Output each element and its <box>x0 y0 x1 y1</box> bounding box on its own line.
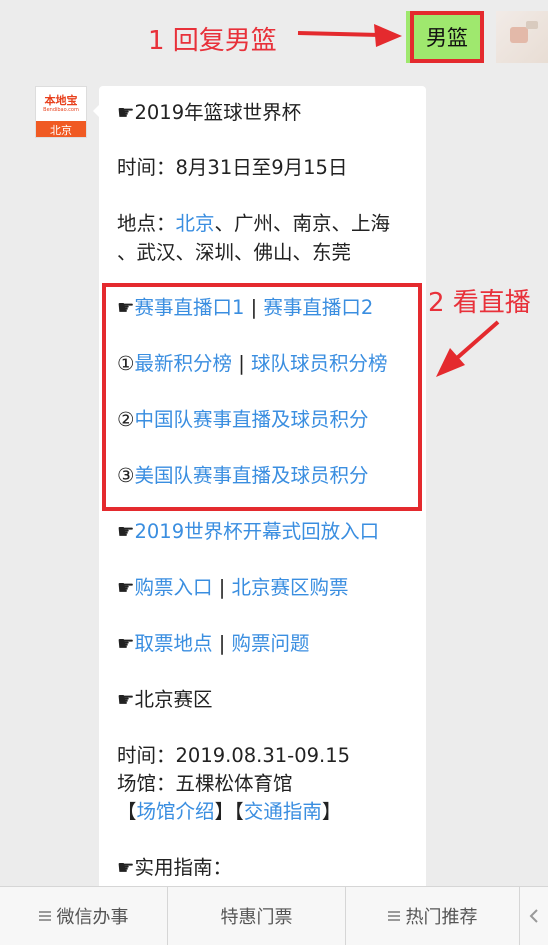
pickup-row: ☛取票地点 | 购票问题 <box>117 632 310 655</box>
bendibao-logo: 本地宝 Bendibao.com <box>43 93 79 113</box>
hand-pointer-icon: ☛ <box>117 101 135 124</box>
venue: 场馆：五棵松体育馆 <box>117 772 293 795</box>
account-avatar[interactable]: 本地宝 Bendibao.com 北京 <box>35 86 87 138</box>
venue-intro-link[interactable]: 场馆介绍 <box>137 800 215 823</box>
chevron-left-icon[interactable] <box>520 887 548 945</box>
sent-message-text: 男篮 <box>426 26 468 50</box>
latest-rank-link[interactable]: 最新积分榜 <box>134 352 232 375</box>
ticket-row: ☛购票入口 | 北京赛区购票 <box>117 576 349 599</box>
rank-links-row: ①最新积分榜 | 球队球员积分榜 <box>117 352 388 375</box>
event-time: 时间：8月31日至9月15日 <box>117 156 348 179</box>
annotation-step-1: 1 回复男篮 <box>148 26 277 56</box>
beijing-time: 时间：2019.08.31-09.15 <box>117 744 351 767</box>
live-links-row: ☛赛事直播口1 | 赛事直播口2 <box>117 296 374 319</box>
china-team-link[interactable]: 中国队赛事直播及球员积分 <box>134 408 368 431</box>
hand-pointer-icon: ☛ <box>117 520 135 543</box>
usa-row: ③美国队赛事直播及球员积分 <box>117 464 369 487</box>
live-link-1[interactable]: 赛事直播口1 <box>134 296 244 319</box>
menu-tab-wechat-services[interactable]: 微信办事 <box>0 887 168 945</box>
list-menu-icon <box>38 911 51 921</box>
user-avatar[interactable] <box>496 11 548 63</box>
opening-replay-link[interactable]: 2019世界杯开幕式回放入口 <box>134 520 379 543</box>
opening-row: ☛2019世界杯开幕式回放入口 <box>117 519 379 545</box>
traffic-guide-link[interactable]: 交通指南 <box>244 800 322 823</box>
logo-city: 北京 <box>36 121 86 137</box>
list-menu-icon <box>387 911 400 921</box>
arrow-down-left-icon <box>455 320 500 360</box>
team-player-rank-link[interactable]: 球队球员积分榜 <box>251 352 388 375</box>
bottom-menu-bar: 微信办事 特惠门票 热门推荐 <box>0 886 548 945</box>
pickup-location-link[interactable]: 取票地点 <box>134 632 212 655</box>
hand-pointer-icon: ☛ <box>117 632 135 655</box>
menu-tab-discount-tickets[interactable]: 特惠门票 <box>168 887 346 945</box>
usa-team-link[interactable]: 美国队赛事直播及球员积分 <box>134 464 368 487</box>
venue-links-row: 【场馆介绍】【交通指南】 <box>117 800 342 823</box>
menu-tab-hot-picks[interactable]: 热门推荐 <box>346 887 520 945</box>
hand-pointer-icon: ☛ <box>117 296 135 319</box>
sent-message-bubble: 男篮 <box>410 11 484 63</box>
hand-pointer-icon: ☛ <box>117 576 135 599</box>
event-place: 地点：北京、广州、南京、上海 <box>117 212 391 235</box>
ticket-faq-link[interactable]: 购票问题 <box>231 632 309 655</box>
beijing-ticket-link[interactable]: 北京赛区购票 <box>231 576 348 599</box>
place-link-beijing[interactable]: 北京 <box>176 212 215 235</box>
china-row: ②中国队赛事直播及球员积分 <box>117 408 369 431</box>
article-title: ☛2019年篮球世界杯 <box>117 101 302 124</box>
ticket-entry-link[interactable]: 购票入口 <box>134 576 212 599</box>
beijing-section-title: ☛北京赛区 <box>117 688 213 711</box>
live-link-2[interactable]: 赛事直播口2 <box>263 296 373 319</box>
hand-pointer-icon: ☛ <box>117 856 135 879</box>
event-place-cont: 、武汉、深圳、佛山、东莞 <box>117 241 352 264</box>
annotation-step-2: 2 看直播 <box>428 288 531 318</box>
guide-title: ☛实用指南： <box>117 856 232 879</box>
hand-pointer-icon: ☛ <box>117 688 135 711</box>
